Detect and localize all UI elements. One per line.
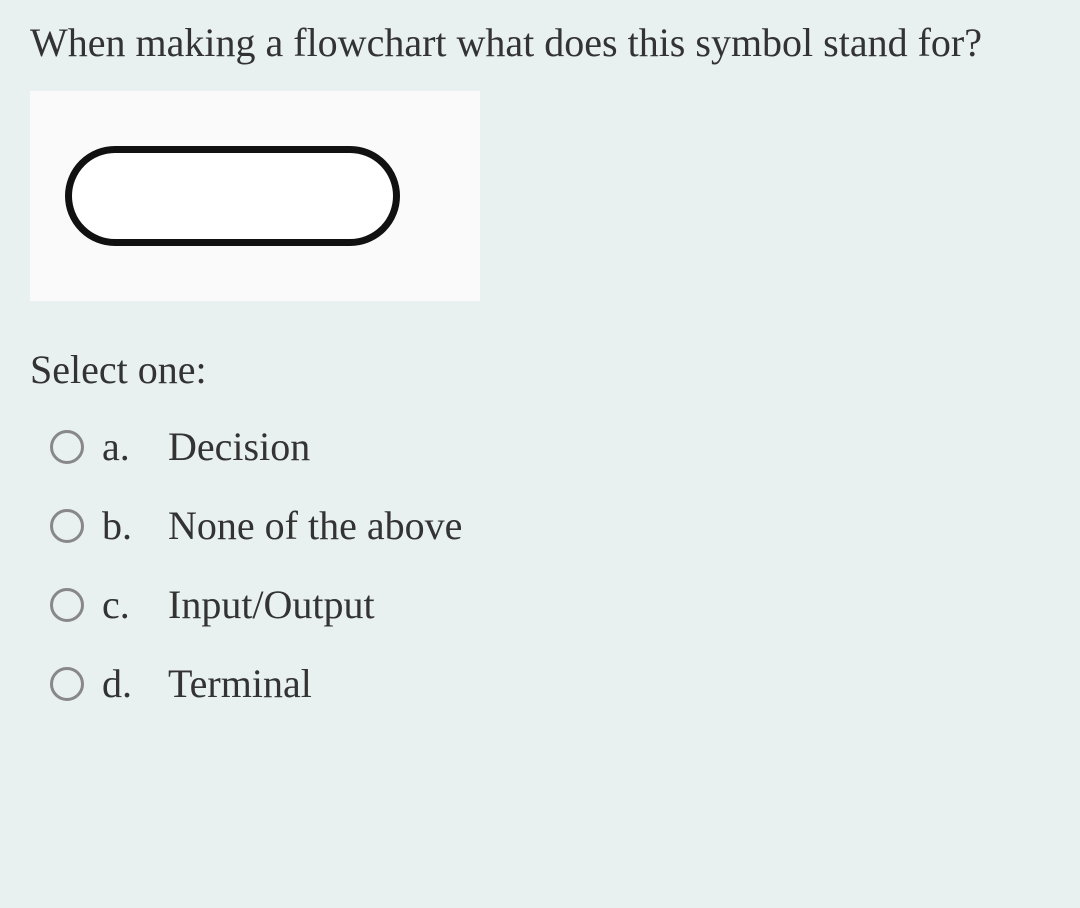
option-text: Terminal — [168, 660, 312, 707]
symbol-image-container — [30, 91, 480, 301]
radio-icon[interactable] — [50, 509, 84, 543]
option-letter: b. — [102, 502, 150, 549]
radio-icon[interactable] — [50, 667, 84, 701]
option-text: Decision — [168, 423, 310, 470]
option-letter: d. — [102, 660, 150, 707]
option-letter: c. — [102, 581, 150, 628]
radio-icon[interactable] — [50, 588, 84, 622]
terminal-symbol-icon — [65, 146, 400, 246]
option-letter: a. — [102, 423, 150, 470]
option-text: Input/Output — [168, 581, 375, 628]
option-a[interactable]: a. Decision — [50, 423, 1050, 470]
option-d[interactable]: d. Terminal — [50, 660, 1050, 707]
radio-icon[interactable] — [50, 430, 84, 464]
option-b[interactable]: b. None of the above — [50, 502, 1050, 549]
options-list: a. Decision b. None of the above c. Inpu… — [30, 423, 1050, 707]
option-text: None of the above — [168, 502, 462, 549]
question-text: When making a flowchart what does this s… — [30, 20, 1050, 66]
select-prompt: Select one: — [30, 346, 1050, 393]
option-c[interactable]: c. Input/Output — [50, 581, 1050, 628]
